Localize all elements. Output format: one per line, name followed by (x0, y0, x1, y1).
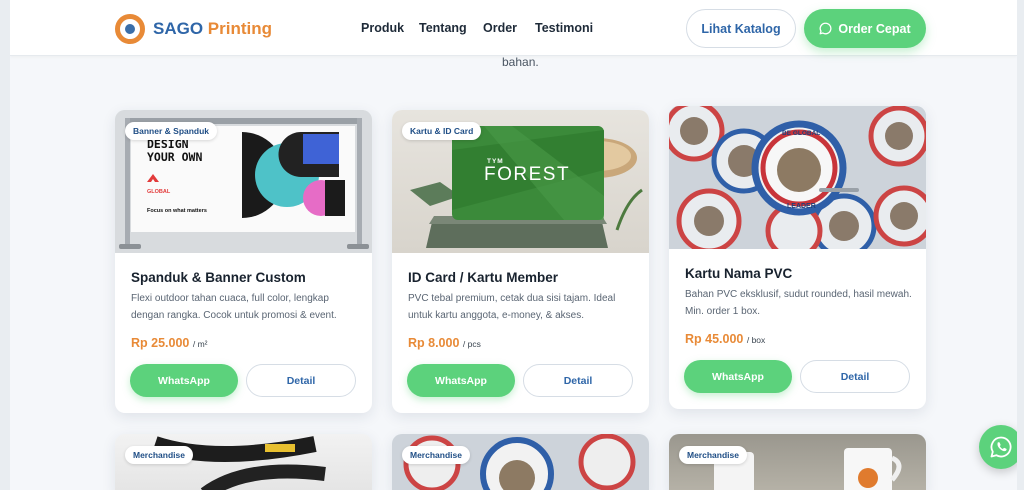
price-unit: / m² (192, 339, 208, 349)
product-card: Merchandise (392, 434, 649, 490)
product-image: BE GLOBAL LEADER (669, 106, 926, 249)
pin-text-bottom: LEADER (787, 203, 816, 210)
nav-link-testimoni[interactable]: Testimoni (535, 21, 593, 35)
price-value: Rp 25.000 (131, 336, 190, 350)
brand-name-part1: SAGO (153, 19, 204, 38)
price-value: Rp 8.000 (408, 336, 460, 350)
product-price: Rp 45.000 / box (685, 332, 765, 346)
whatsapp-floating-button[interactable] (979, 425, 1017, 469)
product-description: PVC tebal premium, cetak dua sisi tajam.… (408, 293, 616, 321)
order-quick-label: Order Cepat (838, 21, 911, 36)
price-value: Rp 45.000 (685, 332, 744, 346)
product-card: Merchandise (115, 434, 372, 490)
whatsapp-button[interactable]: WhatsApp (130, 364, 238, 397)
price-unit: / pcs (462, 339, 481, 349)
page: SAGO Printing Produk Tentang Order Testi… (10, 0, 1017, 490)
product-card: TYM FOREST Kartu & ID Card ID Card / Kar… (392, 110, 649, 413)
detail-button[interactable]: Detail (800, 360, 910, 393)
banner-headline-line2: YOUR OWN (147, 150, 203, 164)
logo-icon[interactable] (115, 14, 145, 44)
detail-button[interactable]: Detail (523, 364, 633, 397)
order-quick-button[interactable]: Order Cepat (804, 9, 926, 48)
product-card: DESIGN YOUR OWN GLOBAL Focus on what mat… (115, 110, 372, 413)
product-card: Merchandise (669, 434, 926, 490)
brand-name[interactable]: SAGO Printing (153, 19, 272, 39)
category-badge: Merchandise (402, 446, 470, 464)
product-title[interactable]: Kartu Nama PVC (685, 266, 792, 281)
brand-name-part2: Printing (203, 19, 273, 38)
whatsapp-icon (990, 436, 1012, 458)
card-brand-big: FOREST (484, 164, 571, 185)
navbar: SAGO Printing Produk Tentang Order Testi… (10, 0, 1017, 56)
product-image: DESIGN YOUR OWN GLOBAL Focus on what mat… (115, 110, 372, 253)
price-unit: / box (746, 335, 766, 345)
banner-tagline: Focus on what matters (147, 208, 207, 214)
catalog-button[interactable]: Lihat Katalog (686, 9, 796, 48)
product-description: Flexi outdoor tahan cuaca, full color, l… (131, 293, 337, 321)
product-price: Rp 25.000 / m² (131, 336, 208, 350)
nav-link-order[interactable]: Order (483, 21, 517, 35)
whatsapp-button[interactable]: WhatsApp (684, 360, 792, 393)
nav-link-produk[interactable]: Produk (361, 21, 404, 35)
hero-text-tail: bahan. (502, 55, 539, 69)
category-badge: Merchandise (125, 446, 193, 464)
pin-text-top: BE GLOBAL (782, 130, 821, 137)
banner-logo-text: GLOBAL (147, 189, 171, 195)
category-badge: Banner & Spanduk (125, 122, 218, 140)
category-badge: Merchandise (679, 446, 747, 464)
chat-icon (819, 22, 832, 35)
whatsapp-button[interactable]: WhatsApp (407, 364, 515, 397)
nav-link-tentang[interactable]: Tentang (419, 21, 467, 35)
banner-headline: DESIGN YOUR OWN (147, 138, 202, 164)
product-image: TYM FOREST Kartu & ID Card (392, 110, 649, 253)
product-title[interactable]: Spanduk & Banner Custom (131, 270, 306, 285)
product-price: Rp 8.000 / pcs (408, 336, 481, 350)
product-description: Bahan PVC eksklusif, sudut rounded, hasi… (685, 289, 912, 317)
category-badge: Kartu & ID Card (402, 122, 482, 140)
pins-illustration (669, 106, 926, 249)
detail-button[interactable]: Detail (246, 364, 356, 397)
product-card: BE GLOBAL LEADER Kartu Nama PVC Bahan PV… (669, 106, 926, 409)
product-title[interactable]: ID Card / Kartu Member (408, 270, 558, 285)
